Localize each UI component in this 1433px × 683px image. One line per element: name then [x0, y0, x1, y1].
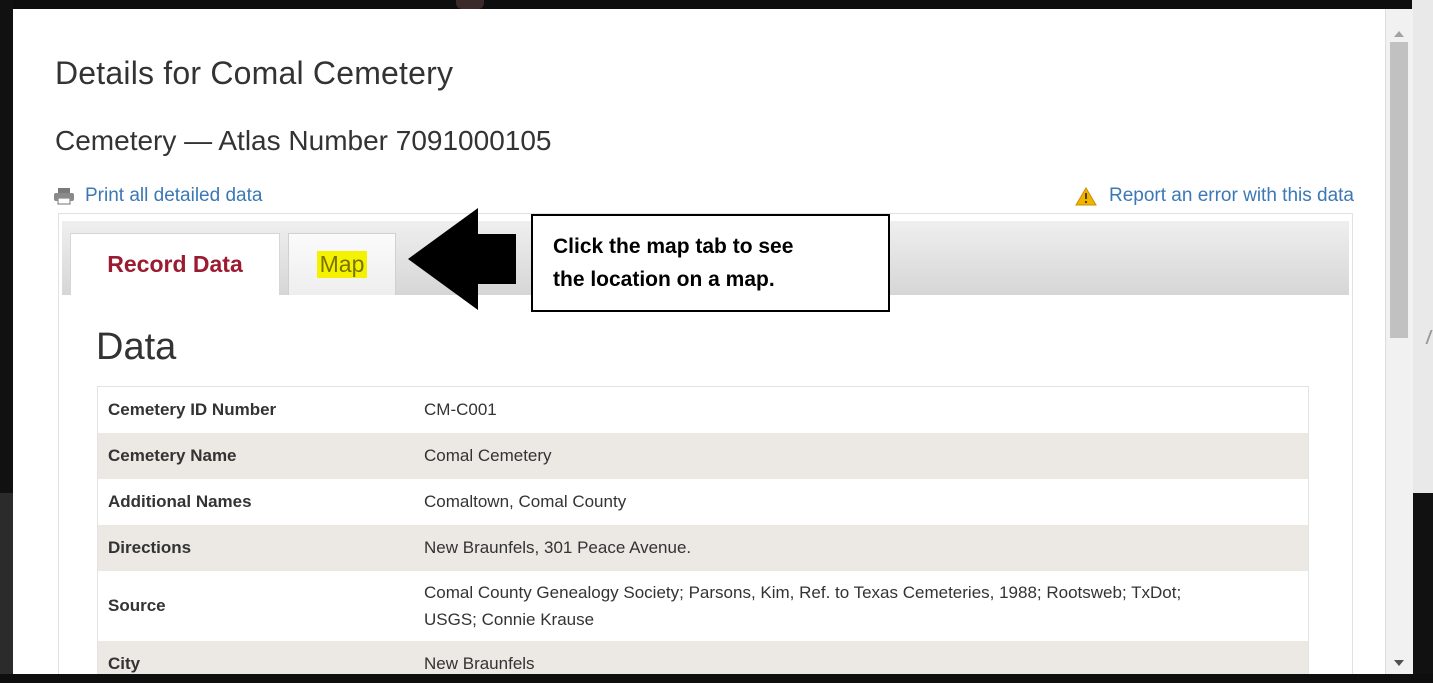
callout-line-1: Click the map tab to see	[553, 235, 794, 258]
row-value: Comal County Genealogy Society; Parsons,…	[414, 571, 1309, 641]
scroll-up-arrow-icon[interactable]	[1394, 31, 1404, 37]
print-all-link[interactable]: Print all detailed data	[53, 185, 262, 207]
window-frame-top	[0, 0, 1433, 9]
tab-record-data[interactable]: Record Data	[70, 233, 280, 295]
dialog-scrollbar[interactable]	[1385, 9, 1413, 674]
row-value-line2: USGS; Connie Krause	[424, 609, 595, 629]
dialog-subtitle: Cemetery — Atlas Number 7091000105	[55, 125, 552, 156]
frame-ornament	[456, 0, 484, 9]
left-arrow-icon	[408, 208, 516, 310]
report-error-label: Report an error with this data	[1108, 185, 1354, 206]
window-frame-right	[1412, 0, 1433, 683]
dialog-title: Details for Comal Cemetery	[55, 55, 454, 91]
window-frame-bottom	[0, 674, 1433, 683]
tab-record-data-label: Record Data	[107, 251, 243, 277]
row-value: Comaltown, Comal County	[424, 491, 627, 511]
tab-map-label: Map	[316, 251, 368, 278]
row-value: Comal Cemetery	[424, 445, 552, 465]
section-heading: Data	[96, 326, 177, 368]
table-row: Additional Names Comaltown, Comal County	[97, 478, 1309, 525]
row-label: Source	[108, 595, 166, 615]
row-label: City	[108, 653, 141, 673]
table-row: Cemetery ID Number CM-C001	[97, 386, 1309, 433]
scroll-thumb[interactable]	[1390, 42, 1408, 338]
row-value: New Braunfels	[424, 653, 535, 673]
row-label: Additional Names	[108, 491, 252, 511]
row-value-line1: Comal County Genealogy Society; Parsons,…	[424, 582, 1182, 602]
report-error-link[interactable]: Report an error with this data	[1075, 185, 1354, 207]
window-frame-left	[0, 0, 13, 683]
row-value: New Braunfels, 301 Peace Avenue.	[424, 537, 692, 557]
table-row: Source Comal County Genealogy Society; P…	[97, 570, 1309, 641]
details-dialog: Details for Comal Cemetery Cemetery — At…	[22, 9, 1385, 674]
print-all-label: Print all detailed data	[85, 185, 263, 206]
record-data-table: Cemetery ID Number CM-C001 Cemetery Name…	[97, 386, 1309, 674]
frame-shadow	[0, 493, 13, 683]
row-label: Directions	[108, 537, 192, 557]
printer-icon	[54, 188, 74, 205]
tab-map[interactable]: Map	[288, 233, 396, 295]
background-page-strip	[1412, 0, 1433, 493]
row-label: Cemetery ID Number	[108, 399, 277, 419]
callout-line-2: the location on a map.	[553, 268, 775, 291]
row-label: Cemetery Name	[108, 445, 237, 465]
table-row: Directions New Braunfels, 301 Peace Aven…	[97, 524, 1309, 571]
row-value: CM-C001	[424, 399, 497, 419]
table-row: City New Braunfels	[97, 640, 1309, 674]
warning-triangle-icon	[1075, 186, 1097, 205]
instruction-callout: Click the map tab to see the location on…	[531, 214, 890, 312]
table-row: Cemetery Name Comal Cemetery	[97, 432, 1309, 479]
scroll-down-arrow-icon[interactable]	[1394, 660, 1404, 666]
